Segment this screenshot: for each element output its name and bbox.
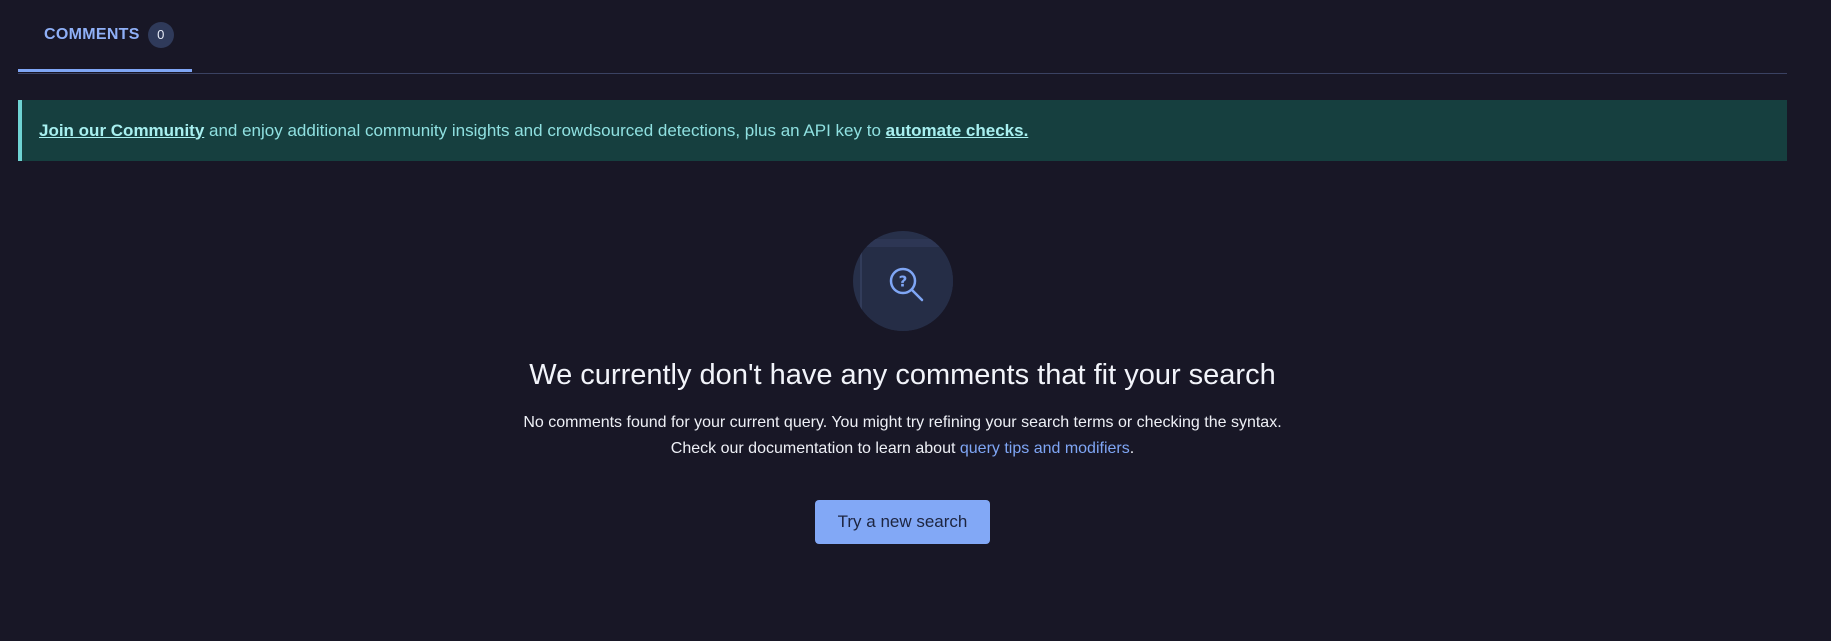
query-tips-link[interactable]: query tips and modifiers [960, 440, 1130, 457]
tab-comments-label: COMMENTS [44, 25, 140, 43]
svg-text:?: ? [898, 273, 907, 291]
window-frame-bar [859, 239, 953, 247]
automate-checks-link[interactable]: automate checks. [886, 121, 1029, 140]
empty-state-line2: Check our documentation to learn about q… [18, 436, 1787, 462]
empty-state-description: No comments found for your current query… [18, 410, 1787, 462]
search-question-icon: ? [852, 231, 953, 331]
banner-text: and enjoy additional community insights … [204, 120, 886, 140]
magnifier-question-icon: ? [889, 267, 923, 302]
tab-comments-count-badge: 0 [147, 21, 174, 48]
try-new-search-button[interactable]: Try a new search [814, 500, 991, 544]
join-community-link[interactable]: Join our Community [39, 121, 204, 140]
empty-state-title: We currently don't have any comments tha… [529, 359, 1276, 391]
tab-bar: COMMENTS 0 [18, 0, 1787, 74]
empty-state-line1: No comments found for your current query… [523, 414, 1282, 431]
community-banner: Join our Community and enjoy additional … [18, 100, 1787, 161]
line2-prefix: Check our documentation to learn about [670, 440, 960, 457]
page-content: COMMENTS 0 Join our Community and enjoy … [18, 0, 1787, 544]
line2-suffix: . [1129, 440, 1135, 457]
empty-state: ? We currently don't have any comments t… [18, 231, 1787, 544]
tab-comments[interactable]: COMMENTS 0 [18, 0, 192, 72]
